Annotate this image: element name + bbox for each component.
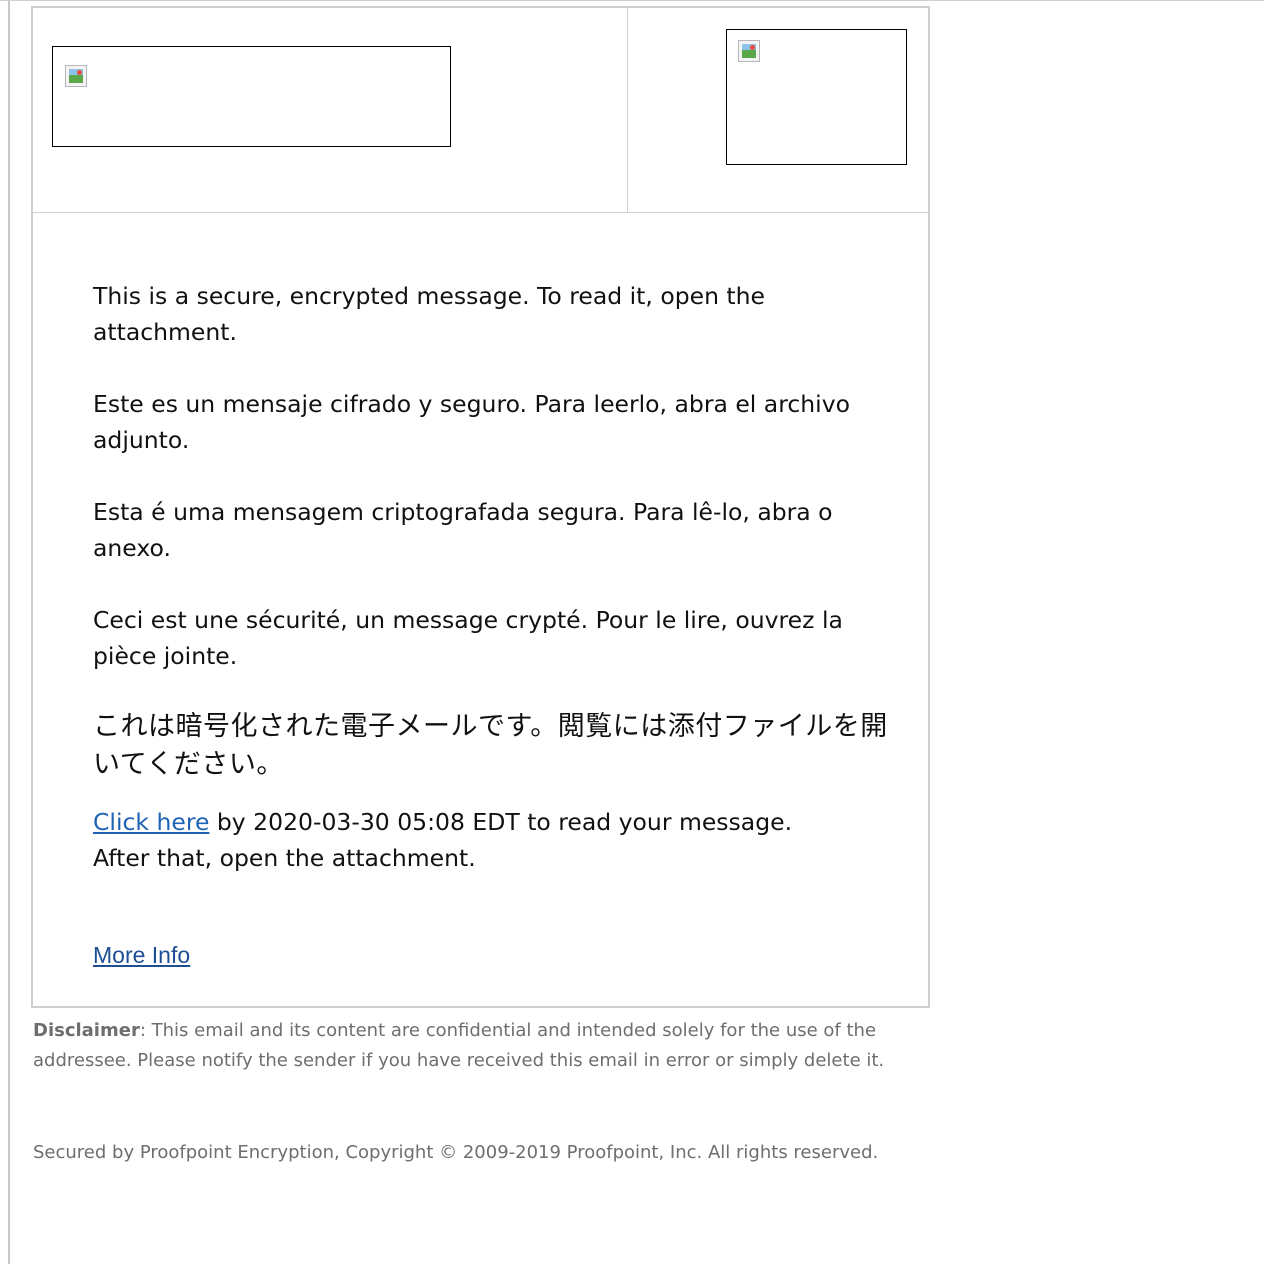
read-deadline-text: by 2020-03-30 05:08 EDT to read your mes… bbox=[209, 808, 793, 836]
open-attachment-text: After that, open the attachment. bbox=[93, 844, 476, 872]
disclaimer: Disclaimer: This email and its content a… bbox=[33, 1016, 913, 1076]
click-here-link[interactable]: Click here bbox=[93, 808, 209, 836]
header-logo-left-image bbox=[52, 46, 451, 147]
message-japanese: これは暗号化された電子メールです。閲覧には添付ファイルを開いてください。 bbox=[93, 711, 888, 780]
read-message-instructions: Click here by 2020-03-30 05:08 EDT to re… bbox=[93, 804, 893, 876]
header-row-divider bbox=[33, 212, 928, 213]
header-column-divider bbox=[627, 8, 628, 213]
email-viewer: This is a secure, encrypted message. To … bbox=[0, 0, 1264, 1264]
broken-image-icon bbox=[738, 40, 760, 62]
more-info-link[interactable]: More Info bbox=[93, 942, 190, 969]
encrypted-message-card: This is a secure, encrypted message. To … bbox=[31, 6, 930, 1008]
message-english: This is a secure, encrypted message. To … bbox=[93, 282, 765, 346]
disclaimer-text: : This email and its content are confide… bbox=[33, 1020, 885, 1071]
copyright-notice: Secured by Proofpoint Encryption, Copyri… bbox=[33, 1142, 879, 1163]
viewer-left-border bbox=[8, 1, 10, 1264]
header-logo-right-image bbox=[726, 29, 907, 165]
message-spanish: Este es un mensaje cifrado y seguro. Par… bbox=[93, 390, 850, 454]
broken-image-icon bbox=[65, 65, 87, 87]
message-french: Ceci est une sécurité, un message crypté… bbox=[93, 606, 843, 670]
message-portuguese: Esta é uma mensagem criptografada segura… bbox=[93, 498, 833, 562]
disclaimer-label: Disclaimer bbox=[33, 1020, 140, 1041]
